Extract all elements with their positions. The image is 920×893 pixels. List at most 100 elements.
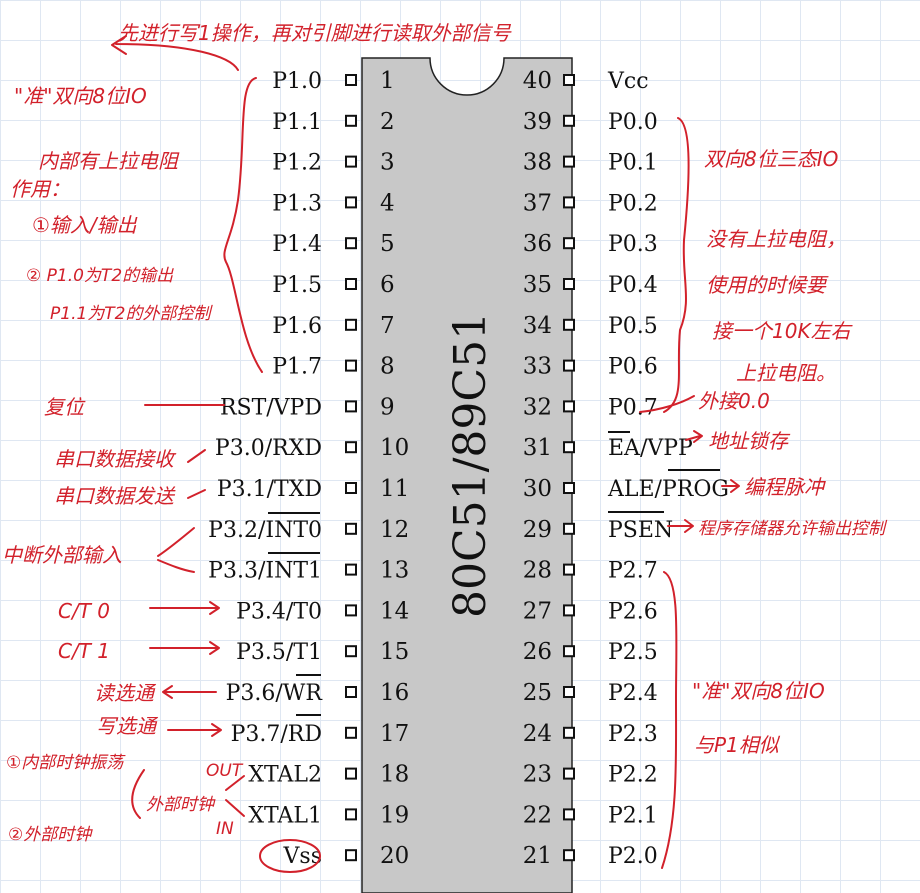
pin-number: 5: [380, 231, 395, 257]
pin-marker: [563, 196, 575, 209]
pin-number: 16: [380, 680, 409, 706]
pin-label: P3.3/INT1: [208, 559, 322, 584]
pin-marker: [345, 808, 357, 821]
pin-marker: [563, 400, 575, 413]
pin-row-31: 31 EA/VPP: [523, 435, 693, 461]
pin-label: P3.4/T0: [236, 599, 322, 624]
pin-number: 35: [523, 272, 552, 298]
pin-label: P1.3: [272, 191, 322, 216]
pin-marker: [345, 726, 357, 739]
pin-label: P0.5: [608, 314, 658, 339]
pin-marker: [345, 196, 357, 209]
pin-row-24: 24 P2.3: [523, 721, 658, 747]
pin-label: P1.7: [272, 355, 322, 380]
pin-row-40: 40 Vcc: [523, 68, 649, 94]
pin-number: 15: [380, 639, 409, 665]
pin-number: 7: [380, 313, 395, 339]
pin-number: 28: [523, 558, 552, 584]
note-clk2: ②外部时钟: [8, 825, 93, 845]
pin-label: P1.6: [272, 314, 322, 339]
pin-marker: [563, 808, 575, 821]
note-p0-l3: 接一个10K左右: [712, 319, 854, 343]
t1-arrow: [149, 641, 220, 655]
pin-marker: [563, 767, 575, 780]
pin-marker: [563, 237, 575, 250]
pin-marker: [563, 114, 575, 127]
pin-label: P2.5: [608, 640, 658, 665]
wr-arrow: [162, 685, 217, 699]
pin-number: 20: [380, 843, 409, 869]
pin-marker: [563, 482, 575, 494]
pin-label: P2.0: [608, 844, 658, 869]
pin-number: 34: [523, 313, 552, 339]
pin-row-32: 32 P0.7: [523, 394, 658, 420]
pin-marker: [563, 522, 575, 535]
pin-marker: [345, 114, 357, 127]
pin-row-17: P3.7/RD 17: [231, 721, 410, 747]
pin-number: 27: [523, 598, 552, 624]
pin-marker: [563, 318, 575, 331]
pinout-diagram: 80C51/89C51 P1.0 1 P1.1 2 P1.2 3 P1.3 4 P1.4 5 P1.…: [2, 21, 888, 893]
pin-number: 29: [523, 517, 552, 543]
note-p0-l2: 使用的时候要: [706, 273, 829, 297]
pin-marker: [345, 563, 357, 576]
note-p0-title: 双向8位三态IO: [704, 147, 838, 171]
pin-number: 11: [380, 476, 409, 502]
note-rxd: 串口数据接收: [54, 447, 177, 471]
int1-line: [157, 559, 195, 573]
pin-marker: [345, 359, 357, 372]
note-ale: 编程脉冲: [744, 475, 826, 499]
pin-marker: [563, 726, 575, 739]
pin-number: 24: [523, 721, 552, 747]
note-top: 先进行写1操作，再对引脚进行读取外部信号: [118, 21, 512, 45]
pin-marker: [345, 155, 357, 168]
pin-marker: [563, 849, 575, 862]
pin-number: 40: [523, 68, 552, 94]
pin-marker: [345, 767, 357, 780]
note-t0: C/T 0: [58, 599, 110, 623]
note-ea: 地址锁存: [708, 429, 791, 453]
pin-marker: [563, 645, 575, 658]
pin-marker: [345, 74, 357, 86]
note-p2-l1: "准"双向8位IO: [692, 679, 825, 703]
pin-number: 22: [523, 802, 552, 828]
pin-number: 37: [523, 190, 552, 216]
pin-marker: [563, 74, 575, 86]
note-clk1: ①内部时钟振荡: [6, 753, 126, 773]
pin-label: P3.6/WR: [226, 681, 324, 706]
pin-number: 25: [523, 680, 552, 706]
pin-label: P3.0/RXD: [215, 436, 322, 461]
pin-row-36: 36 P0.3: [523, 231, 658, 257]
pin-label: P3.1/TXD: [217, 477, 322, 502]
pin-number: 23: [523, 762, 552, 788]
note-clk-ext: 外部时钟: [146, 795, 216, 815]
pin-row-37: 37 P0.2: [523, 190, 658, 216]
pin-number: 19: [380, 802, 409, 828]
pin-row-20: Vss 20: [283, 843, 410, 869]
note-out: OUT: [206, 761, 244, 781]
pin-label: P0.3: [608, 232, 658, 257]
pin-row-38: 38 P0.1: [523, 150, 658, 176]
pin-number: 38: [523, 150, 552, 176]
pin-marker: [345, 604, 357, 617]
pin-marker: [345, 441, 357, 454]
pin-label: P3.7/RD: [231, 722, 322, 747]
pin-row-23: 23 P2.2: [523, 762, 658, 788]
note-txd: 串口数据发送: [54, 484, 176, 508]
pin-label: P0.4: [608, 273, 658, 298]
pin-row-11: P3.1/TXD 11: [217, 476, 409, 502]
pin-number: 33: [523, 354, 552, 380]
pin-marker: [345, 645, 357, 658]
note-p0-l4: 上拉电阻。: [736, 361, 836, 385]
pin-number: 3: [380, 150, 395, 176]
pin-marker: [563, 278, 575, 290]
pin-label: P0.7: [608, 395, 658, 420]
pin-row-13: P3.3/INT1 13: [208, 558, 409, 584]
pin-label: P2.7: [608, 559, 658, 584]
pin-number: 1: [380, 68, 395, 94]
clk-bracket: [131, 769, 145, 819]
pin-number: 17: [380, 721, 409, 747]
pin-marker: [345, 522, 357, 535]
p1-bracket: [223, 77, 263, 373]
pin-label: P0.0: [608, 110, 658, 135]
